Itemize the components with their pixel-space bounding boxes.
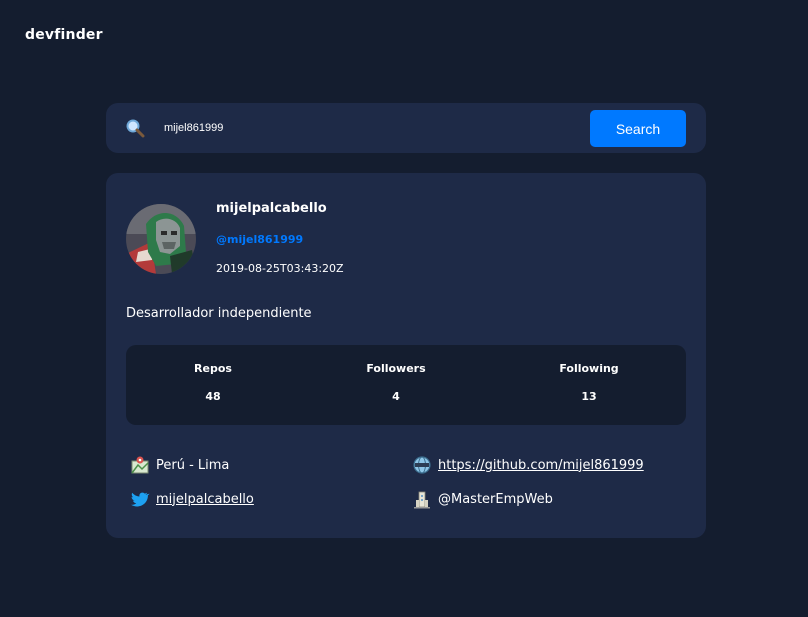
search-bar: Search [106,103,706,153]
twitter-link[interactable]: mijelpalcabello [156,492,254,507]
blog-item: https://github.com/mijel861999 [412,455,644,475]
map-icon [130,455,150,475]
stat-following: Following 13 [519,362,659,403]
location-item: Perú - Lima [130,455,229,475]
avatar [126,204,196,274]
stat-value: 4 [392,390,400,403]
blog-link[interactable]: https://github.com/mijel861999 [438,458,644,473]
stats-panel: Repos 48 Followers 4 Following 13 [126,345,686,425]
company-text: @MasterEmpWeb [438,491,553,507]
search-icon [125,118,145,138]
profile-bio: Desarrollador independiente [126,306,312,321]
globe-icon [412,455,432,475]
stat-label: Repos [194,362,232,375]
building-icon [412,489,432,509]
search-input[interactable] [164,117,564,139]
stat-value: 48 [205,390,221,403]
stat-label: Followers [366,362,426,375]
stat-repos: Repos 48 [143,362,283,403]
profile-login[interactable]: @mijel861999 [216,233,303,246]
app-logo: devfinder [25,27,103,43]
stat-value: 13 [581,390,597,403]
profile-card: mijelpalcabello @mijel861999 2019-08-25T… [106,173,706,538]
search-button[interactable]: Search [590,110,686,147]
profile-name: mijelpalcabello [216,201,327,216]
twitter-item: mijelpalcabello [130,489,254,509]
location-text: Perú - Lima [156,457,230,473]
stat-label: Following [559,362,619,375]
twitter-bird-icon [130,489,150,509]
company-item: @MasterEmpWeb [412,489,553,509]
profile-joined-date: 2019-08-25T03:43:20Z [216,262,344,275]
stat-followers: Followers 4 [326,362,466,403]
